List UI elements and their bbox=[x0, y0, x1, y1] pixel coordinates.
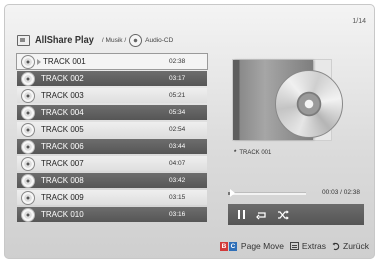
album-art bbox=[232, 59, 343, 141]
now-playing-label: * TRACK 001 bbox=[234, 150, 271, 156]
cd-icon bbox=[21, 71, 35, 86]
track-title: TRACK 001 bbox=[43, 57, 86, 66]
extras-icon bbox=[289, 242, 299, 250]
track-title: TRACK 010 bbox=[41, 210, 84, 219]
playback-time: 00:03 / 02:38 bbox=[322, 189, 360, 196]
return-icon bbox=[332, 242, 340, 250]
progress-bar[interactable] bbox=[228, 192, 306, 195]
page-move-label[interactable]: Page Move bbox=[241, 241, 284, 251]
track-row[interactable]: TRACK 003 05:21 bbox=[17, 88, 207, 103]
cd-icon bbox=[21, 207, 35, 222]
back-label[interactable]: Zurück bbox=[343, 241, 369, 251]
cd-icon bbox=[21, 105, 35, 120]
track-row[interactable]: TRACK 004 05:34 bbox=[17, 105, 207, 120]
track-title: TRACK 009 bbox=[41, 193, 84, 202]
cd-icon bbox=[21, 156, 35, 171]
track-row[interactable]: TRACK 005 02:54 bbox=[17, 122, 207, 137]
track-row[interactable]: TRACK 008 03:42 bbox=[17, 173, 207, 188]
track-title: TRACK 004 bbox=[41, 108, 84, 117]
track-row[interactable]: TRACK 002 03:17 bbox=[17, 71, 207, 86]
track-title: TRACK 005 bbox=[41, 125, 84, 134]
pause-icon bbox=[237, 210, 245, 219]
now-playing-marker: * bbox=[234, 150, 237, 156]
pause-button[interactable] bbox=[232, 206, 250, 224]
track-list: TRACK 001 02:38 TRACK 002 03:17 TRACK 00… bbox=[16, 52, 209, 224]
track-title: TRACK 006 bbox=[41, 142, 84, 151]
playback-controls bbox=[228, 204, 364, 225]
track-duration: 04:07 bbox=[169, 160, 186, 167]
shuffle-button[interactable] bbox=[274, 206, 292, 224]
track-row[interactable]: TRACK 001 02:38 bbox=[16, 53, 208, 70]
track-duration: 02:54 bbox=[169, 126, 186, 133]
cd-icon bbox=[21, 88, 35, 103]
track-duration: 05:34 bbox=[169, 109, 186, 116]
app-title: AllShare Play bbox=[35, 34, 94, 46]
c-key-icon: C bbox=[228, 241, 237, 251]
screen: 1/14 AllShare Play / Musik / Audio-CD TR… bbox=[4, 4, 375, 259]
cd-icon bbox=[21, 54, 35, 69]
track-duration: 03:44 bbox=[169, 143, 186, 150]
cd-icon bbox=[21, 190, 35, 205]
track-title: TRACK 008 bbox=[41, 176, 84, 185]
progress-area: 00:03 / 02:38 bbox=[228, 189, 360, 200]
allshare-icon bbox=[17, 34, 30, 46]
track-duration: 05:21 bbox=[169, 92, 186, 99]
cd-icon bbox=[21, 122, 35, 137]
track-title: TRACK 007 bbox=[41, 159, 84, 168]
track-duration: 03:16 bbox=[169, 211, 186, 218]
progress-handle[interactable] bbox=[230, 189, 235, 197]
b-key-icon: B bbox=[219, 241, 228, 251]
now-playing-track: TRACK 001 bbox=[239, 150, 272, 156]
breadcrumb-music: / Musik / bbox=[101, 36, 127, 44]
repeat-button[interactable] bbox=[253, 206, 271, 224]
track-title: TRACK 002 bbox=[41, 74, 84, 83]
extras-label[interactable]: Extras bbox=[302, 241, 326, 251]
track-row[interactable]: TRACK 009 03:15 bbox=[17, 190, 207, 205]
track-row[interactable]: TRACK 010 03:16 bbox=[17, 207, 207, 222]
track-row[interactable]: TRACK 007 04:07 bbox=[17, 156, 207, 171]
track-duration: 02:38 bbox=[169, 58, 186, 65]
play-indicator-icon bbox=[37, 58, 41, 65]
footer-hints: B C Page Move Extras Zurück bbox=[219, 241, 369, 251]
shuffle-icon bbox=[278, 209, 289, 220]
page-count: 1/14 bbox=[352, 18, 366, 25]
track-row[interactable]: TRACK 006 03:44 bbox=[17, 139, 207, 154]
track-duration: 03:42 bbox=[169, 177, 186, 184]
cd-disc bbox=[275, 70, 343, 138]
breadcrumb-source: Audio-CD bbox=[145, 36, 174, 44]
cd-icon bbox=[21, 173, 35, 188]
track-duration: 03:15 bbox=[169, 194, 186, 201]
repeat-icon bbox=[256, 211, 266, 219]
track-title: TRACK 003 bbox=[41, 91, 84, 100]
track-duration: 03:17 bbox=[169, 75, 186, 82]
header: AllShare Play / Musik / Audio-CD bbox=[17, 32, 173, 48]
cd-icon bbox=[129, 33, 143, 47]
cd-icon bbox=[21, 139, 35, 154]
